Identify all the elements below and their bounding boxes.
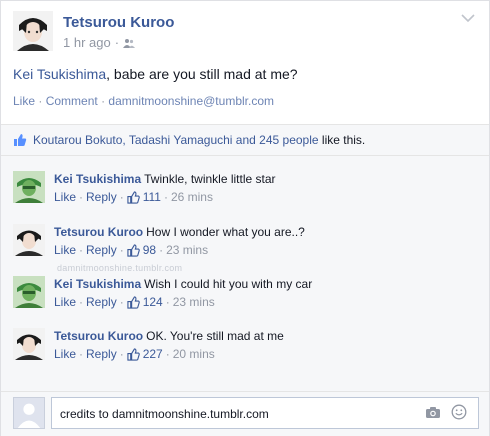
commenter-avatar[interactable] <box>13 328 45 360</box>
post-message-text: , babe are you still mad at me? <box>106 66 298 82</box>
comment-text: How I wonder what you are..? <box>146 225 305 239</box>
separator: · <box>119 347 124 361</box>
separator: · <box>119 190 124 204</box>
likes-suffix: like this. <box>321 133 366 147</box>
comment-reply-button[interactable]: Reply <box>86 190 117 204</box>
comment-item: Kei Tsukishima Twinkle, twinkle little st… <box>13 171 483 211</box>
comment-actions: Like · Reply · 111 · 26 mins <box>54 190 213 204</box>
thumbs-up-icon <box>127 347 140 361</box>
comment-time[interactable]: 26 mins <box>171 190 213 204</box>
post-message: Kei Tsukishima, babe are you still mad a… <box>13 66 298 82</box>
separator: · <box>119 243 124 257</box>
commenter-avatar[interactable] <box>13 224 45 256</box>
comment-text: Twinkle, twinkle little star <box>144 172 276 186</box>
post-card: Tetsurou Kuroo 1 hr ago · Kei Tsukishima… <box>0 0 490 436</box>
friends-icon[interactable] <box>123 38 136 48</box>
comment-input[interactable]: credits to damnitmoonshine.tumblr.com <box>51 397 479 429</box>
separator: · <box>79 347 84 361</box>
comment-like-button[interactable]: Like <box>54 295 76 309</box>
likes-summary: Koutarou Bokuto, Tadashi Yamaguchi and 2… <box>1 124 489 156</box>
action-separator: · <box>101 94 106 108</box>
separator: · <box>165 295 170 309</box>
viewer-avatar <box>13 397 45 429</box>
thumbs-up-icon <box>127 190 140 204</box>
comment-like-button[interactable]: Like <box>54 190 76 204</box>
comment-like-button[interactable]: Like <box>54 243 76 257</box>
comment-line: Tetsurou Kuroo How I wonder what you are.… <box>54 225 305 239</box>
separator: · <box>79 243 84 257</box>
likes-text: Koutarou Bokuto, Tadashi Yamaguchi and 2… <box>33 133 365 147</box>
thumbs-up-icon <box>14 134 27 146</box>
comment-line: Tetsurou Kuroo OK. You're still mad at me <box>54 329 284 343</box>
author-avatar[interactable] <box>13 11 53 51</box>
comment-line: Kei Tsukishima Wish I could hit you with … <box>54 277 312 291</box>
like-button[interactable]: Like <box>13 94 35 108</box>
separator: · <box>163 190 168 204</box>
post-time[interactable]: 1 hr ago <box>63 35 111 50</box>
comment-item: Tetsurou Kuroo OK. You're still mad at me… <box>13 328 483 368</box>
comment-time[interactable]: 23 mins <box>166 243 208 257</box>
watermark: damnitmoonshine.tumblr.com <box>57 263 183 273</box>
comment-item: Kei Tsukishima Wish I could hit you with … <box>13 276 483 316</box>
separator: · <box>159 243 164 257</box>
comment-actions: Like · Reply · 227 · 20 mins <box>54 347 215 361</box>
post-actions: Like · Comment · damnitmoonshine@tumblr.… <box>13 94 274 108</box>
action-separator: · <box>38 94 43 108</box>
separator: · <box>79 295 84 309</box>
author-name[interactable]: Tetsurou Kuroo <box>63 14 174 31</box>
comment-reply-button[interactable]: Reply <box>86 295 117 309</box>
thumbs-up-icon <box>127 243 140 257</box>
smiley-icon[interactable] <box>451 404 467 420</box>
comment-like-count[interactable]: 98 <box>143 243 156 257</box>
source-link[interactable]: damnitmoonshine@tumblr.com <box>108 94 274 108</box>
meta-separator: · <box>114 35 120 50</box>
comment-time[interactable]: 20 mins <box>173 347 215 361</box>
likers-link[interactable]: Koutarou Bokuto, Tadashi Yamaguchi and 2… <box>33 133 319 147</box>
comment-like-count[interactable]: 111 <box>143 190 161 204</box>
comment-composer: credits to damnitmoonshine.tumblr.com <box>1 391 489 436</box>
comment-text: Wish I could hit you with my car <box>144 277 313 291</box>
comment-line: Kei Tsukishima Twinkle, twinkle little st… <box>54 172 276 186</box>
separator: · <box>119 295 124 309</box>
comment-item: Tetsurou Kuroo How I wonder what you are.… <box>13 224 483 264</box>
comment-time[interactable]: 23 mins <box>173 295 215 309</box>
comment-reply-button[interactable]: Reply <box>86 243 117 257</box>
comment-button[interactable]: Comment <box>46 94 98 108</box>
comment-like-count[interactable]: 227 <box>143 347 163 361</box>
commenter-name[interactable]: Tetsurou Kuroo <box>54 329 143 343</box>
commenter-avatar[interactable] <box>13 276 45 308</box>
camera-icon[interactable] <box>425 406 441 419</box>
post-meta: 1 hr ago · <box>63 35 136 50</box>
comments-list: Kei Tsukishima Twinkle, twinkle little st… <box>1 156 489 391</box>
separator: · <box>79 190 84 204</box>
comment-actions: Like · Reply · 98 · 23 mins <box>54 243 208 257</box>
comment-like-button[interactable]: Like <box>54 347 76 361</box>
comment-reply-button[interactable]: Reply <box>86 347 117 361</box>
commenter-name[interactable]: Tetsurou Kuroo <box>54 225 143 239</box>
commenter-name[interactable]: Kei Tsukishima <box>54 277 141 291</box>
comment-actions: Like · Reply · 124 · 23 mins <box>54 295 215 309</box>
comment-text: OK. You're still mad at me <box>146 329 284 343</box>
commenter-avatar[interactable] <box>13 171 45 203</box>
comment-like-count[interactable]: 124 <box>143 295 163 309</box>
mention-link[interactable]: Kei Tsukishima <box>13 66 106 82</box>
chevron-down-icon[interactable] <box>461 13 475 23</box>
thumbs-up-icon <box>127 295 140 309</box>
commenter-name[interactable]: Kei Tsukishima <box>54 172 141 186</box>
separator: · <box>165 347 170 361</box>
